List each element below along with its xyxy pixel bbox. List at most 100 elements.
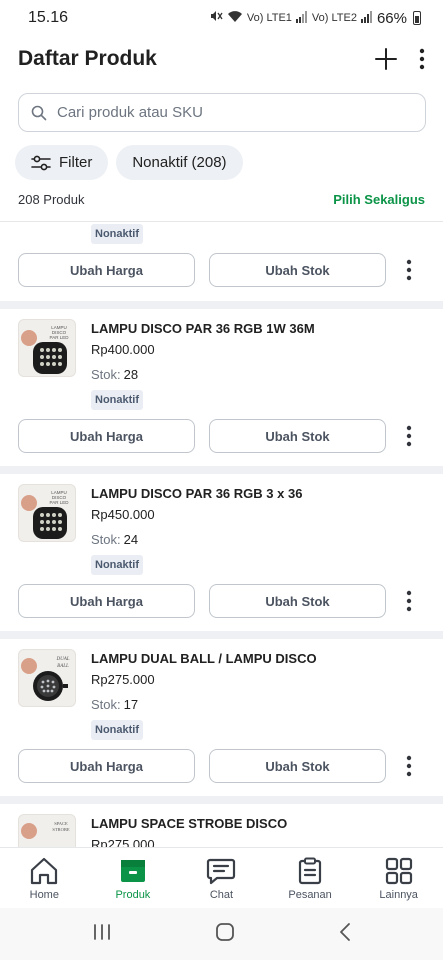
product-card[interactable]: DUAL BALL LAMPU DUAL BALL / LAMPU DISCO … [0, 639, 443, 796]
select-all-link[interactable]: Pilih Sekaligus [333, 192, 425, 207]
more-vertical-icon [406, 590, 412, 612]
status-badge: Nonaktif [91, 720, 143, 740]
nav-label: Pesanan [288, 889, 332, 901]
sim2-label: Vo) LTE2 [311, 12, 357, 24]
product-list[interactable]: Nonaktif Ubah Harga Ubah Stok LAMPU DISC… [0, 222, 443, 847]
card-separator [0, 631, 443, 639]
more-vertical-icon [419, 48, 425, 70]
wifi-icon [227, 10, 243, 27]
product-name: LAMPU DISCO PAR 36 RGB 1W 36M [91, 321, 315, 336]
status-bar: 15.16 Vo) LTE1 Vo) LTE2 66% [0, 0, 443, 36]
card-separator [0, 796, 443, 804]
app-header: Daftar Produk [0, 36, 443, 82]
edit-stock-button[interactable]: Ubah Stok [209, 253, 386, 287]
signal-icon [295, 10, 308, 27]
svg-text:PAR LED: PAR LED [50, 335, 70, 340]
stock-label: Stok: [91, 532, 121, 547]
status-badge: Nonaktif [91, 390, 143, 410]
card-separator [0, 301, 443, 309]
product-price: Rp275.000 [91, 837, 155, 847]
dual-ball-image: DUAL BALL [21, 657, 70, 701]
back-button[interactable] [338, 922, 352, 947]
product-name: LAMPU DISCO PAR 36 RGB 3 x 36 [91, 486, 303, 501]
nav-label: Lainnya [379, 889, 418, 901]
more-options-button[interactable] [397, 749, 421, 783]
svg-text:BALL: BALL [57, 664, 69, 669]
nav-item-produk[interactable]: Produk [89, 848, 178, 908]
home-system-button[interactable] [215, 922, 235, 947]
stock-label: Stok: [91, 367, 121, 382]
edit-price-button[interactable]: Ubah Harga [18, 584, 195, 618]
product-price: Rp450.000 [91, 507, 155, 522]
signal-icon [360, 10, 373, 27]
search-input[interactable] [57, 104, 413, 121]
plus-icon [375, 48, 397, 70]
product-stock: Stok: 28 [91, 367, 138, 382]
more-options-button[interactable] [397, 253, 421, 287]
stock-label: Stok: [91, 697, 121, 712]
product-count: 208 Produk [18, 191, 85, 207]
add-product-button[interactable] [375, 48, 397, 70]
status-icons: Vo) LTE1 Vo) LTE2 66% [209, 9, 421, 27]
more-vertical-icon [406, 425, 412, 447]
search-bar[interactable] [18, 93, 426, 132]
status-time: 15.16 [28, 9, 69, 26]
product-thumbnail: DUAL BALL [18, 649, 76, 707]
edit-price-button[interactable]: Ubah Harga [18, 253, 195, 287]
recent-apps-button[interactable] [92, 923, 112, 946]
product-card[interactable]: LAMPU DISCO PAR LED LAMPU DISCO PAR 36 R… [0, 474, 443, 631]
product-price: Rp275.000 [91, 672, 155, 687]
stock-value: 24 [123, 532, 139, 547]
more-vertical-icon [406, 259, 412, 281]
svg-text:SPACE: SPACE [54, 821, 68, 826]
back-icon [339, 922, 350, 941]
status-badge: Nonaktif [91, 224, 143, 244]
nav-item-chat[interactable]: Chat [177, 848, 266, 908]
edit-stock-button[interactable]: Ubah Stok [209, 584, 386, 618]
edit-price-button[interactable]: Ubah Harga [18, 419, 195, 453]
recent-apps-icon [93, 923, 110, 940]
product-card[interactable]: LAMPU DISCO PAR LED LAMPU DISCO PAR 36 R… [0, 309, 443, 466]
home-circle-icon [215, 922, 234, 941]
svg-text:PAR LED: PAR LED [50, 500, 70, 505]
clipboard-icon [298, 857, 322, 885]
stock-value: 17 [123, 697, 139, 712]
svg-text:STROBE: STROBE [52, 827, 70, 832]
product-box-icon [120, 860, 145, 882]
page-title: Daftar Produk [18, 47, 157, 70]
product-stock: Stok: 17 [91, 697, 138, 712]
product-card[interactable]: SPACE STROBE LAMPU SPACE STROBE DISCO Rp… [0, 804, 443, 847]
more-options-button[interactable] [397, 419, 421, 453]
stock-value: 28 [123, 367, 139, 382]
product-name: LAMPU DUAL BALL / LAMPU DISCO [91, 651, 317, 666]
sim1-label: Vo) LTE1 [246, 12, 292, 24]
nav-label: Produk [115, 889, 151, 901]
nav-item-home[interactable]: Home [0, 848, 89, 908]
edit-stock-button[interactable]: Ubah Stok [209, 749, 386, 783]
overflow-menu-button[interactable] [419, 48, 425, 70]
edit-price-button[interactable]: Ubah Harga [18, 749, 195, 783]
filter-button[interactable]: Filter [15, 145, 109, 180]
nav-label: Home [29, 889, 59, 901]
search-icon [31, 105, 47, 120]
edit-stock-button[interactable]: Ubah Stok [209, 419, 386, 453]
space-strobe-image: SPACE STROBE [21, 821, 70, 839]
system-navigation-bar [0, 908, 443, 960]
product-stock: Stok: 24 [91, 532, 138, 547]
product-card: Nonaktif Ubah Harga Ubah Stok [0, 222, 443, 301]
nav-item-pesanan[interactable]: Pesanan [266, 848, 355, 908]
disco-par-image: LAMPU DISCO PAR LED [21, 325, 70, 374]
product-thumbnail: LAMPU DISCO PAR LED [18, 484, 76, 542]
nav-label: Chat [209, 889, 234, 901]
status-filter-label: Nonaktif (208) [132, 154, 227, 171]
product-count-row: 208 Produk Pilih Sekaligus [0, 187, 443, 211]
more-options-button[interactable] [397, 584, 421, 618]
status-filter-chip[interactable]: Nonaktif (208) [116, 145, 243, 180]
battery-percent: 66% [376, 9, 407, 27]
nav-item-lainnya[interactable]: Lainnya [354, 848, 443, 908]
svg-text:DUAL: DUAL [55, 657, 69, 662]
filter-label: Filter [59, 154, 93, 171]
product-name: LAMPU SPACE STROBE DISCO [91, 816, 288, 831]
card-separator [0, 466, 443, 474]
disco-par-image: LAMPU DISCO PAR LED [21, 490, 70, 539]
